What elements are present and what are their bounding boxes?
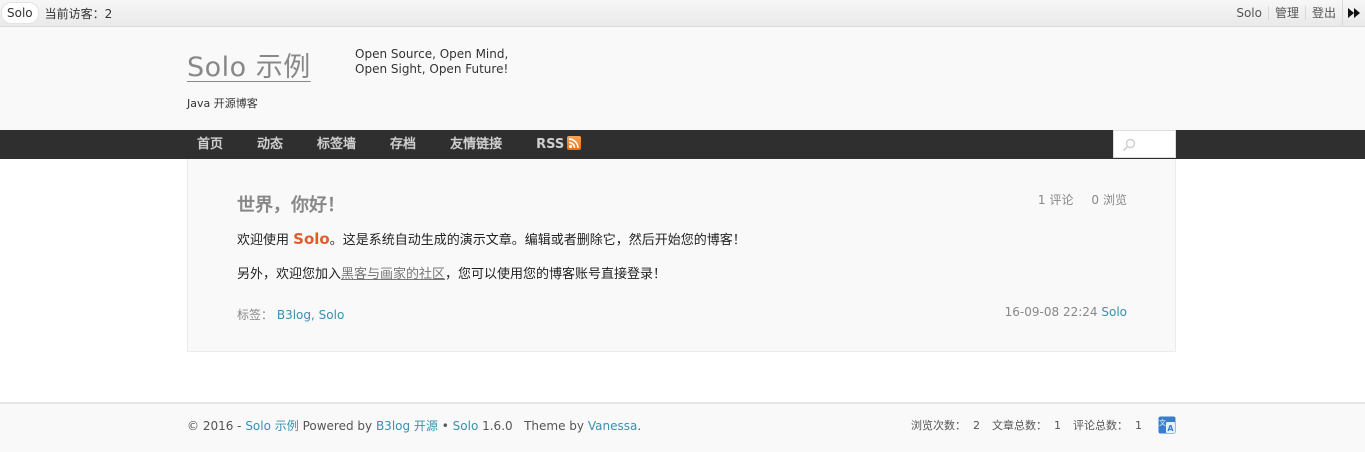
article-paragraph-1: 欢迎使用 Solo。这是系统自动生成的演示文章。编辑或者删除它，然后开始您的博客… [237, 229, 746, 248]
p2-text-after: ，您可以使用您的博客账号直接登录！ [445, 267, 667, 282]
views-count: 0 [1091, 193, 1099, 207]
brand-pill-button[interactable]: Solo [1, 2, 39, 24]
site-subtitle: Java 开源博客 [187, 97, 258, 110]
article-meta: 16-09-08 22:24 Solo [1005, 305, 1127, 319]
nav-item-rss[interactable]: RSS [526, 130, 591, 159]
article-paragraph-2: 另外，欢迎您加入黑客与画家的社区，您可以使用您的博客账号直接登录！ [237, 263, 666, 282]
site-footer: © 2016 - Solo 示例 Powered by B3log 开源 • S… [0, 402, 1365, 452]
article-stats: 1 评论 0 浏览 [1034, 191, 1127, 208]
nav-items: 首页 动态 标签墙 存档 友情链接 RSS [187, 130, 605, 159]
tags-label: 标签： [237, 308, 274, 322]
article-author-link[interactable]: Solo [1101, 305, 1127, 319]
article-title-link[interactable]: 世界，你好！ [237, 191, 345, 217]
tag-link-solo[interactable]: Solo [319, 308, 345, 322]
nav-item-home[interactable]: 首页 [187, 130, 233, 159]
footer-solo-link[interactable]: Solo [453, 419, 479, 433]
article-card: 世界，你好！ 1 评论 0 浏览 欢迎使用 Solo。这是系统自动生成的演示文章。编… [187, 159, 1176, 352]
site-header: Solo 示例 Open Source, Open Mind, Open Sig… [0, 27, 1365, 130]
svg-text:A: A [1167, 424, 1174, 433]
tag-separator: , [311, 308, 319, 322]
admin-bar-right: Solo 管理 登出 [1230, 0, 1365, 26]
online-visitors: 当前访客：2 [44, 6, 113, 21]
nav-item-dynamic[interactable]: 动态 [247, 130, 293, 159]
community-link[interactable]: 黑客与画家的社区 [341, 267, 445, 282]
version-text: 1.6.0 Theme by [478, 419, 588, 433]
footer-bullet: • [437, 419, 453, 433]
footer-site-link[interactable]: Solo 示例 [245, 419, 298, 433]
views-stat: 浏览次数： 2 [911, 419, 980, 432]
footer-period: . [637, 419, 642, 433]
nav-item-rss-label: RSS [536, 137, 565, 152]
site-tagline: Open Source, Open Mind, Open Sight, Open… [355, 47, 508, 77]
rss-icon [567, 136, 582, 150]
copyright-text: © 2016 - [187, 419, 246, 433]
admin-bar-left: Solo 当前访客：2 [0, 0, 112, 26]
tagline-line-2: Open Sight, Open Future! [355, 62, 509, 76]
footer-copyright: © 2016 - Solo 示例 Powered by B3log 开源 • S… [187, 417, 641, 434]
comments-label[interactable]: 评论 [1050, 193, 1074, 207]
user-link[interactable]: Solo [1230, 6, 1268, 20]
search-input[interactable] [1113, 130, 1176, 158]
translate-icon[interactable]: 文 A [1158, 416, 1176, 434]
views-label: 浏览 [1102, 193, 1127, 207]
footer-theme-link[interactable]: Vanessa [588, 419, 637, 433]
admin-bar: Solo 当前访客：2 Solo 管理 登出 [0, 0, 1365, 27]
article-date: 16-09-08 22:24 [1004, 305, 1098, 319]
comments-count[interactable]: 1 [1038, 193, 1046, 207]
tag-link-b3log[interactable]: B3log [277, 308, 311, 322]
p1-text-after: 。这是系统自动生成的演示文章。编辑或者删除它，然后开始您的博客！ [329, 233, 746, 248]
p1-brand: Solo [293, 230, 330, 248]
powered-by-text: Powered by [298, 419, 376, 433]
site-title-link[interactable]: Solo 示例 [187, 45, 311, 84]
search-icon [1122, 138, 1136, 152]
nav-item-tags[interactable]: 标签墙 [307, 130, 366, 159]
nav-item-links[interactable]: 友情链接 [440, 130, 512, 159]
article-tags: 标签： B3log, Solo [237, 306, 344, 323]
logout-link[interactable]: 登出 [1304, 6, 1342, 20]
nav-item-archives[interactable]: 存档 [380, 130, 426, 159]
admin-link[interactable]: 管理 [1267, 6, 1305, 20]
p1-text-before: 欢迎使用 [237, 233, 294, 248]
fast-forward-icon[interactable] [1342, 0, 1365, 26]
comments-stat: 评论总数： 1 [1073, 419, 1142, 432]
articles-stat: 文章总数： 1 [992, 419, 1061, 432]
footer-b3log-link[interactable]: B3log 开源 [376, 419, 438, 433]
tagline-line-1: Open Source, Open Mind, [355, 47, 509, 61]
svg-text:文: 文 [1159, 418, 1166, 427]
footer-stats: 浏览次数： 2 文章总数： 1 评论总数： 1 [911, 417, 1154, 433]
main-nav: 首页 动态 标签墙 存档 友情链接 RSS [0, 130, 1365, 159]
p2-text-before: 另外，欢迎您加入 [237, 267, 342, 282]
